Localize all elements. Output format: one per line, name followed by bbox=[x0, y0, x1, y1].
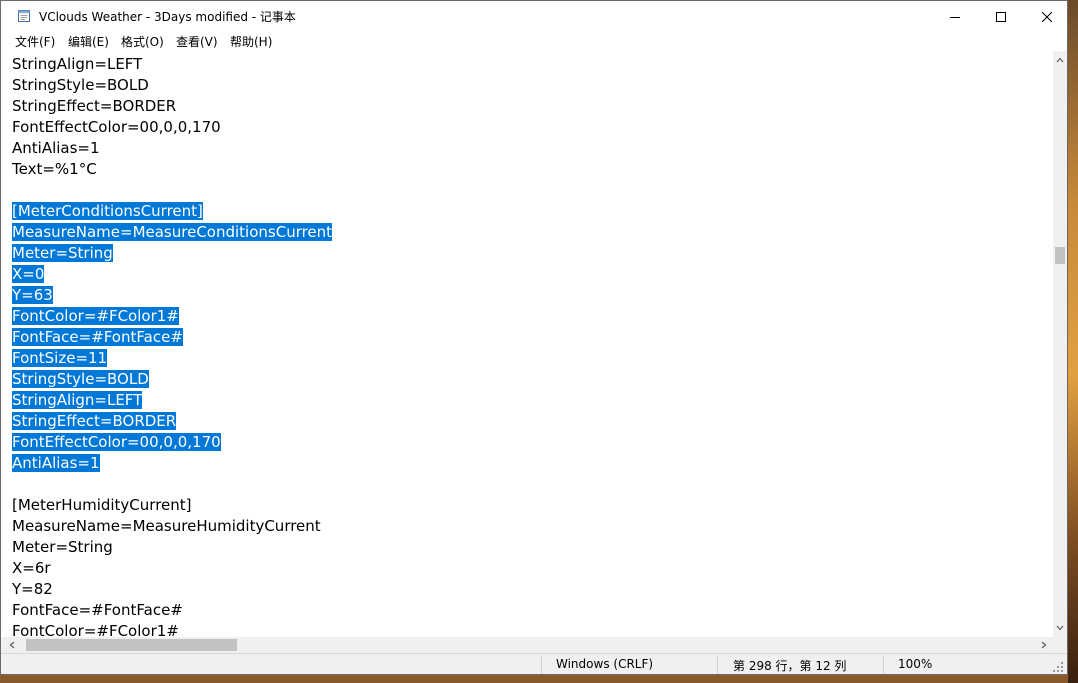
editor-line-text: Y=82 bbox=[12, 580, 53, 598]
editor-line-text: FontSize=11 bbox=[12, 349, 108, 367]
editor-line: StringAlign=LEFT bbox=[12, 54, 142, 75]
editor-line-text: AntiAlias=1 bbox=[12, 139, 100, 157]
editor-line-text: Text=%1°C bbox=[12, 160, 97, 178]
desktop-background bbox=[1068, 0, 1078, 683]
maximize-icon bbox=[996, 11, 1006, 22]
editor-line-text: StringStyle=BOLD bbox=[12, 76, 149, 94]
menu-bar: 文件(F) 编辑(E) 格式(O) 查看(V) 帮助(H) bbox=[1, 32, 1067, 51]
status-encoding: Windows (CRLF) bbox=[556, 657, 654, 671]
editor-line-text: AntiAlias=1 bbox=[12, 454, 100, 472]
scroll-down-button[interactable] bbox=[1053, 621, 1067, 635]
menu-help[interactable]: 帮助(H) bbox=[230, 33, 272, 50]
title-bar[interactable]: VClouds Weather - 3Days modified - 记事本 bbox=[1, 1, 1067, 32]
scroll-up-button[interactable] bbox=[1053, 53, 1067, 67]
editor-line-text: X=6r bbox=[12, 559, 51, 577]
editor-line: MeasureName=MeasureHumidityCurrent bbox=[12, 516, 321, 537]
editor-line: FontSize=11 bbox=[12, 348, 108, 369]
editor-line: Y=82 bbox=[12, 579, 53, 600]
status-cursor-position: 第 298 行，第 12 列 bbox=[733, 659, 847, 673]
status-divider bbox=[541, 656, 542, 674]
close-icon bbox=[1042, 11, 1052, 22]
editor-line-text: FontEffectColor=00,0,0,170 bbox=[12, 118, 221, 136]
notepad-app-icon bbox=[18, 10, 30, 22]
editor-line: [MeterHumidityCurrent] bbox=[12, 495, 192, 516]
editor-line-text: FontFace=#FontFace# bbox=[12, 601, 183, 619]
editor-line-text: Meter=String bbox=[12, 538, 113, 556]
editor-line-text: FontColor=#FColor1# bbox=[12, 622, 179, 637]
editor-line: MeasureName=MeasureConditionsCurrent bbox=[12, 222, 333, 243]
editor-line-text: MeasureName=MeasureConditionsCurrent bbox=[12, 223, 333, 241]
editor-line-text: StringAlign=LEFT bbox=[12, 391, 143, 409]
editor-line-text: StringEffect=BORDER bbox=[12, 412, 177, 430]
editor-line-text: X=0 bbox=[12, 265, 45, 283]
editor-line: [MeterConditionsCurrent] bbox=[12, 201, 203, 222]
menu-file[interactable]: 文件(F) bbox=[15, 33, 55, 50]
maximize-button[interactable] bbox=[978, 1, 1024, 32]
minimize-button[interactable] bbox=[932, 1, 978, 32]
editor-line: Y=63 bbox=[12, 285, 53, 306]
horizontal-scrollbar[interactable] bbox=[1, 637, 1053, 653]
text-editor[interactable]: StringAlign=LEFT StringStyle=BOLD StringEf… bbox=[1, 51, 1053, 637]
editor-line: FontFace=#FontFace# bbox=[12, 600, 183, 621]
status-zoom: 100% bbox=[898, 657, 933, 671]
editor-line-text: FontFace=#FontFace# bbox=[12, 328, 183, 346]
status-divider bbox=[717, 656, 718, 674]
vertical-scrollbar[interactable] bbox=[1053, 51, 1067, 637]
chevron-up-icon bbox=[1056, 57, 1064, 63]
editor-line-text: FontEffectColor=00,0,0,170 bbox=[12, 433, 221, 451]
editor-line: Meter=String bbox=[12, 537, 113, 558]
editor-line-text: MeasureName=MeasureHumidityCurrent bbox=[12, 517, 321, 535]
editor-line: StringAlign=LEFT bbox=[12, 390, 143, 411]
menu-format[interactable]: 格式(O) bbox=[121, 33, 164, 50]
editor-line: AntiAlias=1 bbox=[12, 138, 100, 159]
window-title: VClouds Weather - 3Days modified - 记事本 bbox=[39, 10, 296, 24]
editor-line: FontEffectColor=00,0,0,170 bbox=[12, 117, 221, 138]
chevron-down-icon bbox=[1056, 625, 1064, 631]
close-button[interactable] bbox=[1024, 1, 1067, 32]
status-divider bbox=[883, 656, 884, 674]
editor-line: FontEffectColor=00,0,0,170 bbox=[12, 432, 221, 453]
chevron-right-icon bbox=[1041, 641, 1047, 649]
scrollbar-corner bbox=[1053, 637, 1067, 653]
editor-line: FontFace=#FontFace# bbox=[12, 327, 183, 348]
editor-line-text: [MeterHumidityCurrent] bbox=[12, 496, 192, 514]
menu-edit[interactable]: 编辑(E) bbox=[68, 33, 109, 50]
editor-line: StringStyle=BOLD bbox=[12, 75, 149, 96]
editor-line-text: StringStyle=BOLD bbox=[12, 370, 149, 388]
editor-line: X=0 bbox=[12, 264, 45, 285]
editor-line: AntiAlias=1 bbox=[12, 453, 100, 474]
status-bar: Windows (CRLF) 第 298 行，第 12 列 100% bbox=[1, 653, 1067, 674]
editor-line-text: Meter=String bbox=[12, 244, 113, 262]
editor-line: FontColor=#FColor1# bbox=[12, 621, 179, 637]
editor-line: StringEffect=BORDER bbox=[12, 96, 176, 117]
chevron-left-icon bbox=[9, 641, 15, 649]
horizontal-scroll-thumb[interactable] bbox=[26, 639, 237, 651]
editor-line-text: StringEffect=BORDER bbox=[12, 97, 177, 115]
editor-line-text: FontColor=#FColor1# bbox=[12, 307, 179, 325]
resize-grip-icon[interactable] bbox=[1051, 658, 1065, 674]
scroll-right-button[interactable] bbox=[1037, 638, 1051, 652]
editor-line: StringStyle=BOLD bbox=[12, 369, 149, 390]
vertical-scroll-thumb[interactable] bbox=[1055, 247, 1065, 264]
editor-line-text: StringAlign=LEFT bbox=[12, 55, 143, 73]
editor-line: X=6r bbox=[12, 558, 51, 579]
editor-line: StringEffect=BORDER bbox=[12, 411, 177, 432]
editor-line: Meter=String bbox=[12, 243, 113, 264]
scroll-left-button[interactable] bbox=[5, 638, 19, 652]
editor-line: FontColor=#FColor1# bbox=[12, 306, 179, 327]
menu-view[interactable]: 查看(V) bbox=[176, 33, 218, 50]
editor-line-text: Y=63 bbox=[12, 286, 53, 304]
editor-line-text: [MeterConditionsCurrent] bbox=[12, 202, 203, 220]
notepad-window: VClouds Weather - 3Days modified - 记事本 文… bbox=[0, 0, 1068, 675]
minimize-icon bbox=[950, 16, 960, 18]
editor-line: Text=%1°C bbox=[12, 159, 97, 180]
